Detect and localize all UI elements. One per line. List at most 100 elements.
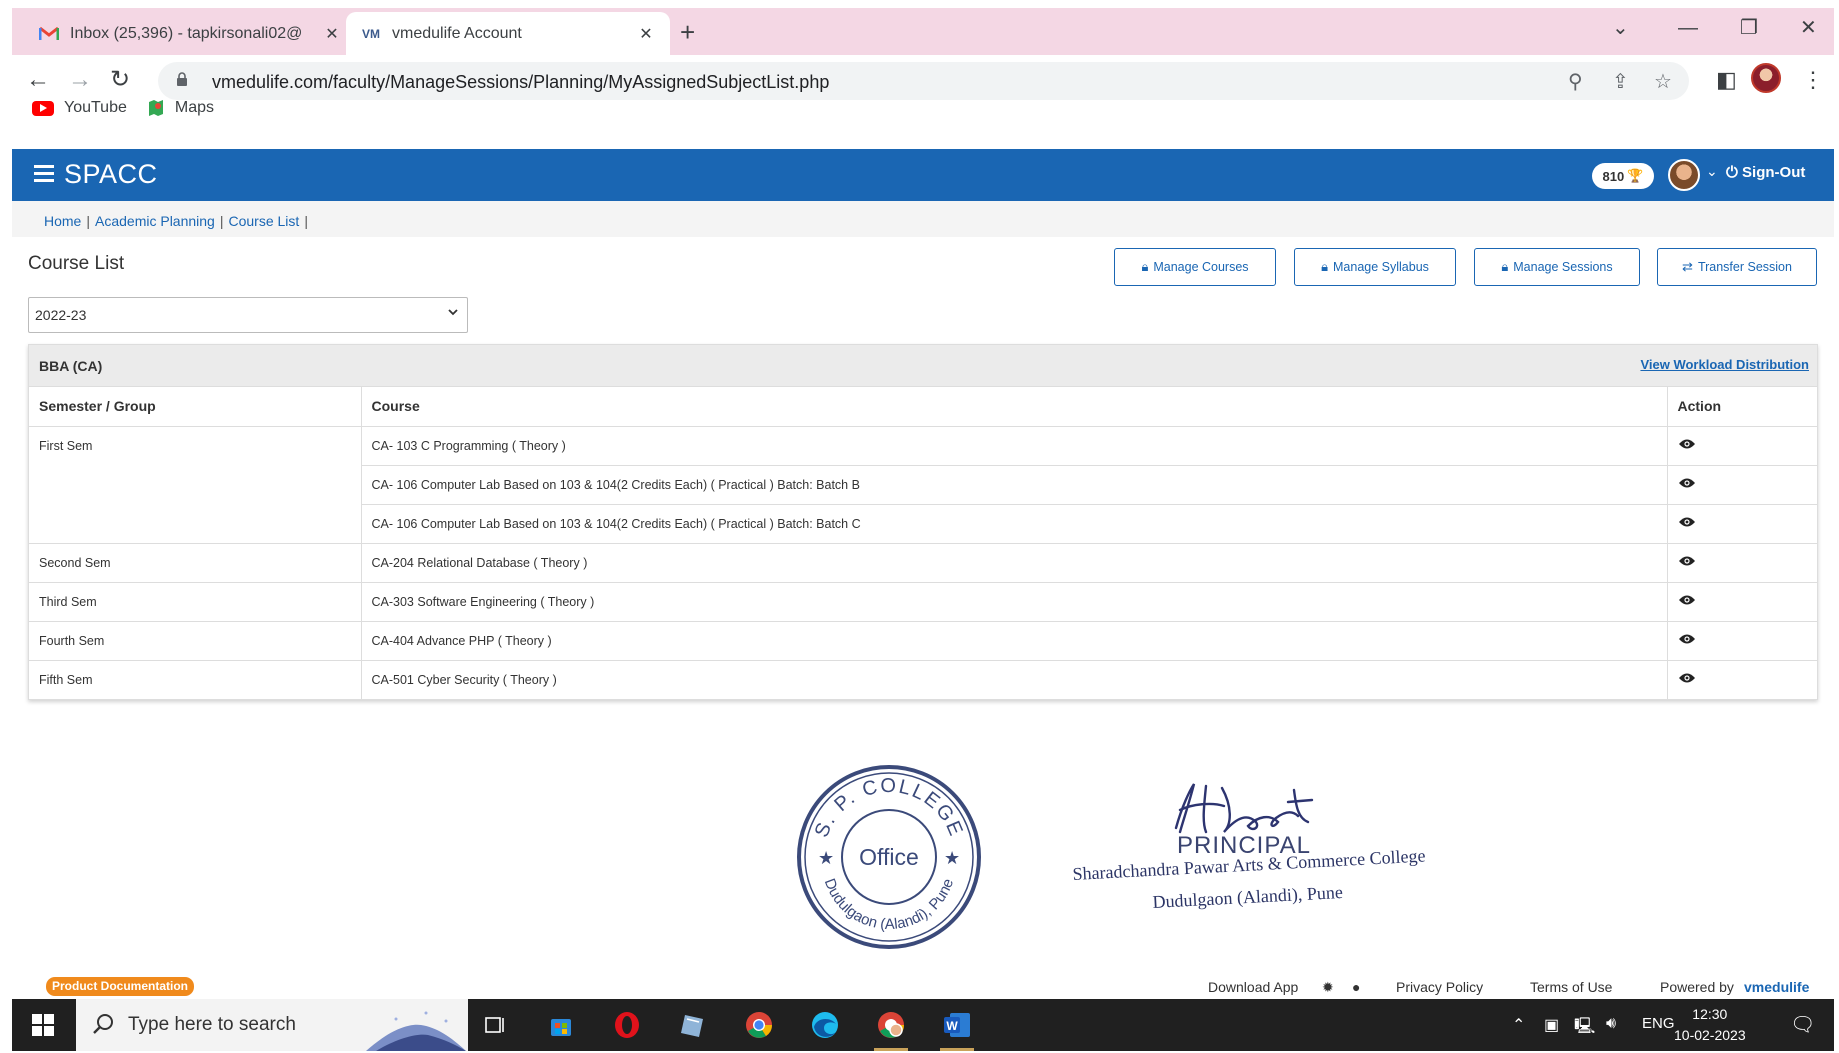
view-workload-link[interactable]: View Workload Distribution: [1640, 357, 1809, 372]
opera-icon[interactable]: [610, 1008, 644, 1042]
forward-arrow-icon[interactable]: →: [68, 68, 92, 92]
bookmark-youtube[interactable]: YouTube: [32, 99, 127, 117]
restore-button[interactable]: ❐: [1740, 18, 1758, 38]
product-documentation-badge[interactable]: Product Documentation: [46, 977, 195, 996]
close-window-button[interactable]: ✕: [1800, 18, 1817, 38]
signout-label: Sign-Out: [1742, 164, 1806, 181]
svg-text:★: ★: [818, 848, 834, 868]
app-header: SPACC 810 🏆 ⌄ ⏻ Sign-Out: [12, 149, 1834, 201]
privacy-policy-link[interactable]: Privacy Policy: [1396, 979, 1483, 995]
tab-gmail[interactable]: Inbox (25,396) - tapkirsonali02@ ✕: [24, 12, 356, 55]
signout-button[interactable]: ⏻ Sign-Out: [1726, 164, 1805, 181]
apple-icon[interactable]: ●: [1352, 979, 1360, 995]
minimize-button[interactable]: —: [1678, 18, 1698, 38]
view-eye-icon[interactable]: [1678, 477, 1696, 489]
action-cell: [1667, 426, 1817, 466]
system-clock[interactable]: 12:30 10-02-2023: [1674, 1004, 1746, 1046]
user-avatar[interactable]: [1668, 159, 1700, 191]
semester-cell: Third Sem: [29, 582, 362, 622]
gmail-icon: [38, 25, 60, 43]
action-cell: [1667, 465, 1817, 505]
chrome-profile-icon[interactable]: [874, 1008, 908, 1051]
chrome-icon[interactable]: [742, 1008, 776, 1042]
lock-icon: [177, 72, 187, 86]
volume-icon[interactable]: 🔊︎: [1606, 1015, 1616, 1033]
breadcrumb-course-list[interactable]: Course List: [229, 213, 300, 229]
transfer-session-button[interactable]: ⇄ Transfer Session: [1657, 248, 1817, 286]
profile-avatar[interactable]: [1751, 63, 1781, 93]
browser-toolbar: ← → ↻ vmedulife.com/faculty/ManageSessio…: [12, 55, 1834, 120]
program-name: BBA (CA): [39, 358, 103, 374]
bookmark-maps[interactable]: Maps: [147, 99, 214, 117]
edge-icon[interactable]: [808, 1008, 842, 1042]
course-table: Semester / Group Course Action First Sem…: [29, 387, 1817, 700]
tab-search-chevron-icon[interactable]: ⌄: [1612, 18, 1629, 38]
svg-text:Office: Office: [859, 844, 919, 870]
hamburger-menu-icon[interactable]: [34, 165, 54, 186]
semester-cell: Fourth Sem: [29, 621, 362, 661]
close-tab-icon[interactable]: ✕: [636, 24, 656, 44]
network-icon[interactable]: 🖳︎: [1574, 1015, 1595, 1042]
youtube-icon: [32, 100, 54, 116]
view-eye-icon[interactable]: [1678, 672, 1696, 684]
bookmark-star-icon[interactable]: ☆: [1654, 69, 1672, 94]
breadcrumb: Home | Academic Planning | Course List |: [12, 201, 1834, 237]
clock-time: 12:30: [1692, 1006, 1728, 1022]
trophy-icon: 🏆: [1627, 168, 1644, 183]
view-eye-icon[interactable]: [1678, 633, 1696, 645]
share-icon[interactable]: ⇪: [1612, 69, 1629, 94]
semester-cell: First Sem: [29, 426, 362, 544]
view-eye-icon[interactable]: [1678, 438, 1696, 450]
semester-cell: Second Sem: [29, 543, 362, 583]
view-eye-icon[interactable]: [1678, 594, 1696, 606]
chevron-up-icon[interactable]: ⌃: [1512, 1015, 1525, 1035]
vmedulife-brand-link[interactable]: vmedulife: [1744, 979, 1809, 995]
column-header-action: Action: [1667, 387, 1817, 427]
transfer-icon: ⇄: [1682, 259, 1693, 274]
new-tab-button[interactable]: +: [680, 19, 695, 45]
lock-icon: 🔒︎: [1141, 259, 1149, 274]
manage-syllabus-button[interactable]: 🔒︎ Manage Syllabus: [1294, 248, 1456, 286]
points-value: 810: [1602, 168, 1625, 184]
table-row: Fifth Sem CA-501 Cyber Security ( Theory…: [29, 660, 1817, 700]
view-eye-icon[interactable]: [1678, 555, 1696, 567]
panel-header: BBA (CA) View Workload Distribution: [29, 345, 1817, 387]
chevron-down-icon: [448, 309, 458, 316]
close-tab-icon[interactable]: ✕: [322, 24, 342, 44]
course-cell: CA- 106 Computer Lab Based on 103 & 104(…: [361, 465, 1668, 505]
meet-now-icon[interactable]: ▣: [1544, 1015, 1559, 1035]
column-header-semester: Semester / Group: [29, 387, 362, 427]
table-header-row: Semester / Group Course Action: [29, 387, 1817, 427]
side-panel-icon[interactable]: ◧: [1716, 67, 1737, 93]
search-placeholder: Type here to search: [128, 1014, 296, 1035]
manage-sessions-button[interactable]: 🔒︎ Manage Sessions: [1474, 248, 1640, 286]
notes-app-icon[interactable]: [676, 1008, 710, 1042]
taskbar-search-box[interactable]: Type here to search: [76, 999, 468, 1051]
table-row: Third Sem CA-303 Software Engineering ( …: [29, 582, 1817, 622]
task-view-icon[interactable]: [478, 1008, 512, 1042]
word-icon[interactable]: W: [940, 1008, 974, 1051]
chrome-menu-icon[interactable]: ⋮: [1802, 67, 1824, 93]
zoom-icon[interactable]: ⚲: [1568, 69, 1583, 94]
back-arrow-icon[interactable]: ←: [26, 68, 50, 92]
chevron-down-icon[interactable]: ⌄: [1706, 163, 1718, 180]
address-bar[interactable]: vmedulife.com/faculty/ManageSessions/Pla…: [158, 62, 1689, 100]
breadcrumb-home[interactable]: Home: [44, 213, 81, 229]
manage-courses-button[interactable]: 🔒︎ Manage Courses: [1114, 248, 1276, 286]
download-app-label: Download App: [1208, 979, 1299, 995]
breadcrumb-academic-planning[interactable]: Academic Planning: [95, 213, 215, 229]
windows-start-icon[interactable]: [32, 1014, 54, 1036]
notification-center-icon[interactable]: 🗨︎: [1790, 1012, 1815, 1037]
tab-vmedulife[interactable]: VM vmedulife Account ✕: [346, 12, 670, 55]
points-badge[interactable]: 810 🏆: [1592, 163, 1654, 189]
search-highlight-art: [366, 1011, 466, 1051]
app-brand[interactable]: SPACC: [64, 159, 158, 190]
microsoft-store-icon[interactable]: [544, 1008, 578, 1042]
academic-year-select[interactable]: 2022-23: [28, 297, 468, 333]
view-eye-icon[interactable]: [1678, 516, 1696, 528]
language-indicator[interactable]: ENG: [1642, 1015, 1675, 1032]
android-icon[interactable]: ✹: [1322, 979, 1334, 996]
terms-link[interactable]: Terms of Use: [1530, 979, 1612, 995]
course-panel: BBA (CA) View Workload Distribution Seme…: [28, 344, 1818, 700]
reload-icon[interactable]: ↻: [110, 68, 130, 92]
